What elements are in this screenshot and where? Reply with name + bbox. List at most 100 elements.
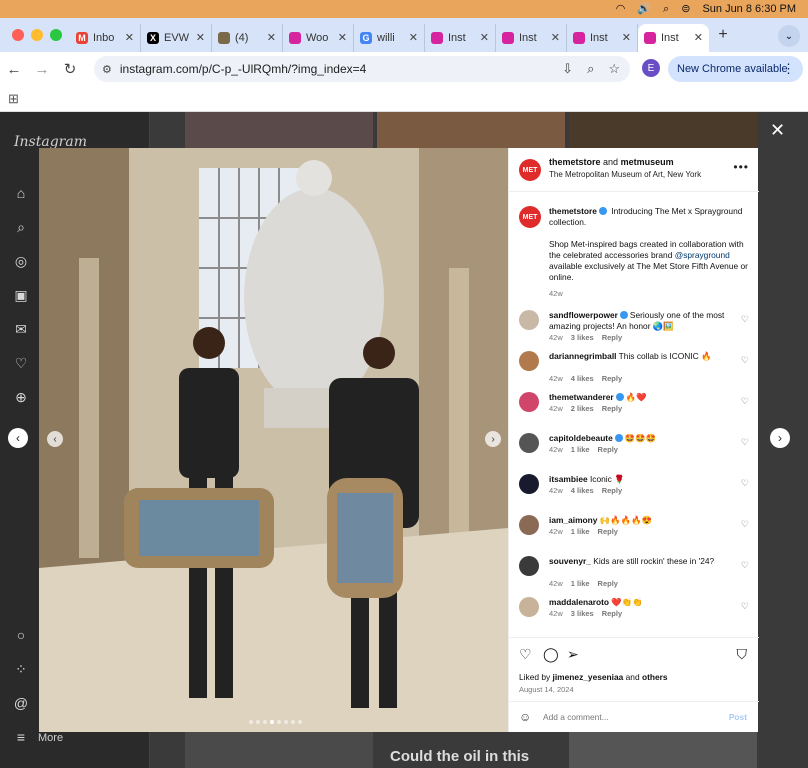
coauthor-link[interactable]: metmuseum xyxy=(621,157,674,167)
grid-tile[interactable] xyxy=(569,112,757,148)
reply-button[interactable]: Reply xyxy=(602,609,622,618)
reply-button[interactable]: Reply xyxy=(602,333,622,342)
reply-button[interactable]: Reply xyxy=(602,486,622,495)
more-options-icon[interactable]: ••• xyxy=(733,160,749,174)
comment-like-heart-icon[interactable]: ♡ xyxy=(741,314,749,325)
tab-close-icon[interactable]: ✕ xyxy=(694,31,703,44)
notifications-heart-icon[interactable]: ♡ xyxy=(12,354,30,372)
close-icon[interactable]: ✕ xyxy=(770,120,785,141)
browser-tab[interactable]: Woo ✕ xyxy=(283,23,354,52)
browser-tab[interactable]: M Inbo ✕ xyxy=(70,23,141,52)
share-send-icon[interactable]: ➢ xyxy=(567,646,579,663)
commenter-username[interactable]: themetwanderer xyxy=(549,392,614,402)
browser-tab[interactable]: (4) ✕ xyxy=(212,23,283,52)
zoom-icon[interactable]: ⌕ xyxy=(587,61,594,77)
chrome-menu-icon[interactable]: ⋮ xyxy=(782,61,795,77)
comment-bubble-icon[interactable]: ◯ xyxy=(543,646,559,663)
grid-tile[interactable] xyxy=(185,112,373,148)
install-icon[interactable]: ⇩ xyxy=(562,61,573,77)
commenter-username[interactable]: iam_aimony xyxy=(549,515,597,525)
caption-author[interactable]: themetstore xyxy=(549,206,597,216)
create-icon[interactable]: ⊕ xyxy=(12,388,30,406)
reply-button[interactable]: Reply xyxy=(598,579,618,588)
post-comment-button[interactable]: Post xyxy=(729,712,747,722)
liked-others-link[interactable]: others xyxy=(642,672,668,682)
browser-tab[interactable]: Inst ✕ xyxy=(425,23,496,52)
commenter-avatar[interactable] xyxy=(519,474,539,494)
messenger-icon[interactable]: ✉ xyxy=(12,320,30,338)
grid-tile[interactable] xyxy=(569,732,757,768)
commenter-username[interactable]: dariannegrimball xyxy=(549,351,616,361)
tab-close-icon[interactable]: ✕ xyxy=(338,31,347,44)
caption-mention[interactable]: @sprayground xyxy=(675,250,730,260)
more-label[interactable]: More xyxy=(38,732,63,744)
browser-tab[interactable]: Inst ✕ xyxy=(567,23,638,52)
add-comment-input[interactable]: Add a comment... xyxy=(543,712,609,722)
comment-likes[interactable]: 4 likes xyxy=(571,486,594,495)
commenter-username[interactable]: itsambiee xyxy=(549,474,588,484)
reload-button[interactable]: ↻ xyxy=(56,60,84,78)
minimize-window-button[interactable] xyxy=(31,29,43,41)
comment-like-heart-icon[interactable]: ♡ xyxy=(741,560,749,571)
browser-tab[interactable]: Inst ✕ xyxy=(496,23,567,52)
new-tab-button[interactable]: + xyxy=(709,26,737,44)
comment-likes[interactable]: 3 likes xyxy=(571,609,594,618)
commenter-avatar[interactable] xyxy=(519,597,539,617)
save-bookmark-icon[interactable]: ⛉ xyxy=(737,646,748,663)
site-info-icon[interactable]: ⚙ xyxy=(102,63,112,76)
comment-likes[interactable]: 2 likes xyxy=(571,404,594,413)
explore-icon[interactable]: ◎ xyxy=(12,252,30,270)
commenter-username[interactable]: capitoldebeaute xyxy=(549,433,613,443)
tab-close-icon[interactable]: ✕ xyxy=(622,31,631,44)
commenter-username[interactable]: souvenyr_ xyxy=(549,556,591,566)
photo-next-button[interactable]: › xyxy=(485,431,501,447)
commenter-avatar[interactable] xyxy=(519,351,539,371)
comment-likes[interactable]: 1 like xyxy=(571,527,590,536)
clock[interactable]: Sun Jun 8 6:30 PM xyxy=(702,0,796,18)
grid-tile[interactable] xyxy=(185,732,373,768)
commenter-avatar[interactable] xyxy=(519,515,539,535)
commenter-avatar[interactable] xyxy=(519,433,539,453)
browser-tab[interactable]: Gwilli ✕ xyxy=(354,23,425,52)
control-center-icon[interactable]: ⊜ xyxy=(681,0,690,18)
search-icon[interactable]: ⌕ xyxy=(663,0,669,18)
tab-close-icon[interactable]: ✕ xyxy=(409,31,418,44)
forward-button[interactable]: → xyxy=(28,61,56,78)
comment-like-heart-icon[interactable]: ♡ xyxy=(741,478,749,489)
search-icon[interactable]: ⌕ xyxy=(12,218,30,236)
commenter-avatar[interactable] xyxy=(519,310,539,330)
browser-tab[interactable]: X EVW ✕ xyxy=(141,23,212,52)
location-link[interactable]: The Metropolitan Museum of Art, New York xyxy=(549,170,701,179)
comment-like-heart-icon[interactable]: ♡ xyxy=(741,355,749,366)
apps-grid-icon[interactable]: ⊞ xyxy=(8,91,19,107)
comment-like-heart-icon[interactable]: ♡ xyxy=(741,396,749,407)
commenter-avatar[interactable] xyxy=(519,556,539,576)
new-chrome-available-button[interactable]: New Chrome available ⋮ xyxy=(668,56,803,82)
tab-search-icon[interactable]: ⌄ xyxy=(778,25,800,47)
comment-likes[interactable]: 3 likes xyxy=(571,333,594,342)
bookmark-star-icon[interactable]: ☆ xyxy=(608,61,620,77)
comment-like-heart-icon[interactable]: ♡ xyxy=(741,437,749,448)
address-bar[interactable]: ⚙ instagram.com/p/C-p_-UlRQmh/?img_index… xyxy=(94,56,630,82)
emoji-picker-icon[interactable]: ☺ xyxy=(519,710,531,724)
tab-close-icon[interactable]: ✕ xyxy=(551,31,560,44)
caption-avatar[interactable]: MET xyxy=(519,206,541,228)
author-avatar[interactable]: MET xyxy=(519,159,541,181)
grid-tile[interactable] xyxy=(377,112,565,148)
tab-close-icon[interactable]: ✕ xyxy=(196,31,205,44)
maximize-window-button[interactable] xyxy=(50,29,62,41)
author-link[interactable]: themetstore xyxy=(549,157,601,167)
commenter-avatar[interactable] xyxy=(519,392,539,412)
tab-close-icon[interactable]: ✕ xyxy=(125,31,134,44)
browser-tab[interactable]: Inst ✕ xyxy=(638,23,709,52)
comment-likes[interactable]: 1 like xyxy=(571,445,590,454)
comment-likes[interactable]: 1 like xyxy=(571,579,590,588)
meta-ai-icon[interactable]: ○ xyxy=(12,626,30,644)
home-icon[interactable]: ⌂ xyxy=(12,184,30,202)
reply-button[interactable]: Reply xyxy=(602,374,622,383)
volume-icon[interactable]: 🔊 xyxy=(637,0,651,18)
post-photo[interactable]: ‹ › xyxy=(39,148,508,732)
tab-close-icon[interactable]: ✕ xyxy=(267,31,276,44)
liked-user-link[interactable]: jimenez_yeseniaa xyxy=(553,672,624,682)
wifi-icon[interactable]: ◠ xyxy=(616,0,626,18)
